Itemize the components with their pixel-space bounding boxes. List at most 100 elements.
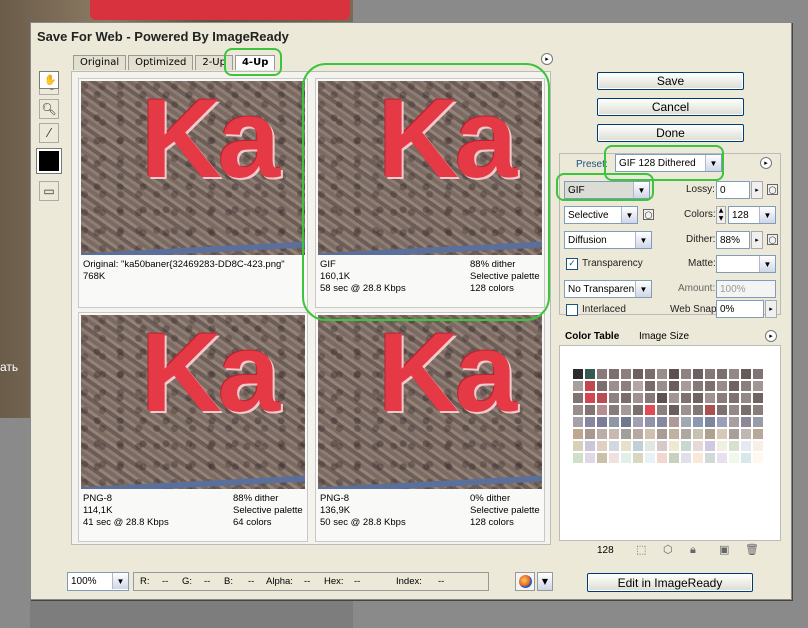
toggle-slices-icon[interactable]: ▭ — [39, 181, 59, 201]
color-swatch[interactable] — [656, 392, 668, 404]
color-swatch[interactable] — [632, 452, 644, 464]
color-swatch[interactable] — [656, 416, 668, 428]
color-swatch[interactable] — [620, 368, 632, 380]
color-swatch[interactable] — [632, 428, 644, 440]
color-swatch[interactable] — [704, 416, 716, 428]
color-swatch[interactable] — [656, 380, 668, 392]
color-swatch[interactable] — [716, 428, 728, 440]
color-swatch[interactable] — [716, 440, 728, 452]
color-swatch[interactable] — [620, 452, 632, 464]
eyedropper-tool-icon[interactable]: ⁄ — [39, 123, 59, 143]
lossy-input[interactable]: 0 — [716, 181, 750, 199]
color-swatch[interactable] — [728, 440, 740, 452]
lossy-mask-icon[interactable]: ◯ — [767, 184, 778, 195]
color-swatch[interactable] — [584, 392, 596, 404]
color-swatch[interactable] — [668, 452, 680, 464]
color-swatch[interactable] — [740, 404, 752, 416]
colors-stepper-icon[interactable]: ▲ ▼ — [716, 206, 726, 224]
color-swatch[interactable] — [596, 380, 608, 392]
color-swatch[interactable] — [728, 368, 740, 380]
color-swatch[interactable] — [728, 452, 740, 464]
color-swatch[interactable] — [608, 392, 620, 404]
color-swatch[interactable] — [644, 440, 656, 452]
color-swatch[interactable] — [752, 452, 764, 464]
color-swatch[interactable] — [668, 368, 680, 380]
color-swatch[interactable] — [584, 368, 596, 380]
color-swatch[interactable] — [704, 380, 716, 392]
color-swatch[interactable] — [596, 452, 608, 464]
color-swatch[interactable] — [644, 380, 656, 392]
tab-image-size[interactable]: Image Size — [639, 331, 689, 342]
color-swatch[interactable] — [632, 380, 644, 392]
color-swatch[interactable] — [680, 428, 692, 440]
color-swatch[interactable] — [608, 380, 620, 392]
color-swatch[interactable] — [728, 428, 740, 440]
color-swatch[interactable] — [572, 416, 584, 428]
color-swatch[interactable] — [752, 380, 764, 392]
color-table-menu-icon[interactable]: ▸ — [765, 330, 777, 342]
color-swatch[interactable] — [752, 416, 764, 428]
eyedropper-color-swatch[interactable] — [36, 148, 62, 174]
color-swatch[interactable] — [716, 452, 728, 464]
color-swatch[interactable] — [740, 368, 752, 380]
color-swatch[interactable] — [632, 404, 644, 416]
color-swatch[interactable] — [740, 392, 752, 404]
color-swatch[interactable] — [632, 392, 644, 404]
color-swatch[interactable] — [704, 404, 716, 416]
color-swatch[interactable] — [668, 416, 680, 428]
color-swatch[interactable] — [656, 404, 668, 416]
color-swatch[interactable] — [584, 380, 596, 392]
color-swatch[interactable] — [596, 428, 608, 440]
color-swatch[interactable] — [644, 452, 656, 464]
color-swatch[interactable] — [644, 428, 656, 440]
done-button[interactable]: Done — [597, 124, 744, 142]
color-swatch[interactable] — [740, 440, 752, 452]
color-swatch[interactable] — [680, 440, 692, 452]
color-swatch[interactable] — [716, 368, 728, 380]
color-swatch[interactable] — [620, 392, 632, 404]
color-swatch[interactable] — [716, 404, 728, 416]
edit-in-imageready-button[interactable]: Edit in ImageReady — [587, 573, 753, 592]
color-swatch[interactable] — [644, 368, 656, 380]
color-swatch[interactable] — [716, 380, 728, 392]
web-cube-icon[interactable]: ⬡ — [663, 543, 673, 556]
color-swatch[interactable] — [752, 440, 764, 452]
web-shift-icon[interactable]: ⬚ — [636, 543, 646, 556]
color-swatch[interactable] — [656, 368, 668, 380]
color-swatch[interactable] — [644, 392, 656, 404]
color-swatch[interactable] — [692, 368, 704, 380]
color-swatch[interactable] — [752, 392, 764, 404]
color-swatch[interactable] — [644, 404, 656, 416]
color-swatch[interactable] — [572, 380, 584, 392]
color-swatch[interactable] — [572, 428, 584, 440]
color-swatch[interactable] — [740, 380, 752, 392]
color-swatch[interactable] — [704, 428, 716, 440]
dither-slider-arrow-icon[interactable]: ▸ — [751, 231, 763, 249]
tab-optimized[interactable]: Optimized — [128, 55, 194, 70]
color-swatch[interactable] — [728, 392, 740, 404]
browser-select-chevron-down-icon[interactable]: ▼ — [537, 572, 553, 591]
color-swatch[interactable] — [596, 440, 608, 452]
color-swatch[interactable] — [740, 416, 752, 428]
color-swatch[interactable] — [692, 392, 704, 404]
colors-select[interactable]: 128 ▼ — [728, 206, 776, 224]
dither-mask-icon[interactable]: ◯ — [767, 234, 778, 245]
color-swatch[interactable] — [596, 368, 608, 380]
color-swatch[interactable] — [632, 440, 644, 452]
preview-pane-optimized-2[interactable]: Ka PNG-8 114,1K 41 sec @ 28.8 Kbps 88% dit… — [78, 312, 308, 542]
color-swatch[interactable] — [692, 416, 704, 428]
color-swatch[interactable] — [608, 368, 620, 380]
color-swatch[interactable] — [656, 428, 668, 440]
zoom-tool-icon[interactable]: 🔍︎ — [39, 99, 59, 119]
color-swatch[interactable] — [608, 440, 620, 452]
color-swatch[interactable] — [704, 368, 716, 380]
optimize-menu-icon[interactable]: ▸ — [541, 53, 553, 65]
color-swatch[interactable] — [572, 452, 584, 464]
browser-preview-icon[interactable] — [515, 572, 535, 591]
color-swatch[interactable] — [704, 440, 716, 452]
color-swatch[interactable] — [584, 428, 596, 440]
save-button[interactable]: Save — [597, 72, 744, 90]
color-swatch[interactable] — [668, 380, 680, 392]
color-swatch[interactable] — [632, 416, 644, 428]
settings-menu-icon[interactable]: ▸ — [760, 157, 772, 169]
